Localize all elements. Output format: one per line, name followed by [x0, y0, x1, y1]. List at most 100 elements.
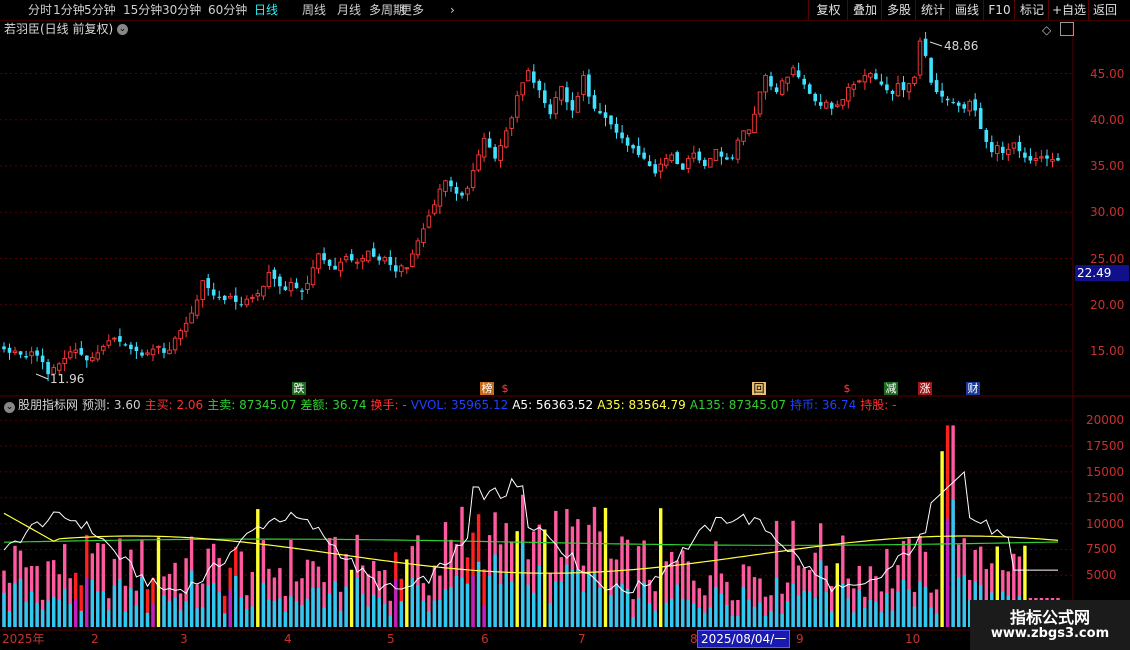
volume-bar: [730, 600, 735, 627]
diamond-icon[interactable]: ◇: [1042, 23, 1051, 37]
volume-bar: [96, 543, 100, 627]
toolbar-button-4[interactable]: 画线: [949, 0, 984, 20]
volume-bar: [123, 585, 128, 627]
period-tab-10[interactable]: 更多: [400, 0, 424, 20]
toolbar-button-8[interactable]: 返回: [1088, 0, 1121, 20]
candle: [67, 346, 73, 360]
period-tab-5[interactable]: 60分钟: [208, 0, 247, 20]
toolbar-button-7[interactable]: +自选: [1048, 0, 1089, 20]
indicator-field-label: 预测:: [82, 398, 111, 412]
volume-bar: [2, 570, 6, 627]
candle: [134, 342, 139, 359]
event-badge-2[interactable]: $: [498, 382, 512, 395]
volume-bar: [526, 559, 530, 627]
candle: [211, 282, 216, 300]
toolbar-button-6[interactable]: 标记: [1014, 0, 1049, 20]
volume-bar: [140, 539, 144, 627]
event-badge-1[interactable]: 榜: [480, 382, 494, 395]
toolbar-button-3[interactable]: 统计: [915, 0, 950, 20]
volume-bar: [107, 598, 111, 627]
volume-bar: [173, 562, 177, 627]
candle: [940, 82, 944, 103]
period-tab-3[interactable]: 15分钟: [123, 0, 162, 20]
volume-tick-5: 7500: [1086, 542, 1117, 557]
candle: [35, 347, 39, 362]
period-tab-2[interactable]: 5分钟: [84, 0, 116, 20]
indicator-field-label: 持股:: [860, 398, 889, 412]
volume-bar: [614, 559, 619, 627]
volume-bar: [195, 584, 199, 627]
candle: [813, 92, 817, 106]
volume-bar: [498, 544, 503, 627]
candle: [244, 295, 250, 308]
event-badge-5[interactable]: 减: [884, 382, 898, 395]
event-badge-4[interactable]: $: [840, 382, 854, 395]
volume-bar: [692, 580, 696, 627]
x-axis-label-8: 9: [796, 632, 804, 646]
candle: [1011, 142, 1017, 154]
volume-bar: [372, 561, 376, 627]
candle: [79, 341, 84, 356]
candle: [752, 106, 757, 134]
panel-settings-icon[interactable]: [1060, 22, 1074, 36]
volume-bar: [532, 531, 536, 627]
candle: [162, 342, 166, 359]
event-badge-7[interactable]: 财: [966, 382, 980, 395]
volume-bar: [940, 451, 944, 627]
volume-bar: [410, 546, 414, 627]
toolbar-button-2[interactable]: 多股: [881, 0, 916, 20]
candle: [322, 247, 326, 265]
toolbar-button-0[interactable]: 复权: [808, 0, 848, 20]
candle: [912, 75, 917, 87]
period-tab-4[interactable]: 30分钟: [162, 0, 201, 20]
candle: [12, 346, 18, 356]
indicator-collapse-icon[interactable]: ⌄: [4, 402, 15, 413]
candle: [399, 263, 404, 277]
event-badge-3[interactable]: 回: [752, 382, 766, 395]
candle: [503, 127, 509, 149]
toolbar-button-1[interactable]: 叠加: [847, 0, 882, 20]
candle: [548, 99, 553, 119]
volume-bar: [537, 524, 541, 627]
indicator-field-3: 差额: 36.74: [300, 398, 366, 412]
period-tab-7[interactable]: 周线: [302, 0, 326, 20]
candle: [625, 134, 630, 152]
period-tab-8[interactable]: 月线: [337, 0, 361, 20]
candle: [840, 98, 846, 110]
indicator-field-value: 87345.07: [235, 398, 297, 412]
candle: [288, 277, 294, 297]
event-badge-0[interactable]: 跌: [292, 382, 306, 395]
volume-bar: [868, 566, 873, 627]
period-tab-0[interactable]: 分时: [28, 0, 52, 20]
volume-bar: [625, 539, 630, 627]
more-chevron-icon[interactable]: ›: [450, 0, 455, 20]
toolbar-button-5[interactable]: F10: [983, 0, 1015, 20]
candle: [885, 76, 889, 94]
candle: [929, 57, 933, 86]
volume-bar: [101, 543, 105, 627]
candle: [487, 131, 492, 148]
candle: [681, 162, 685, 170]
period-tab-6[interactable]: 日线: [254, 0, 278, 20]
candle: [807, 82, 812, 95]
volume-bar: [471, 532, 475, 627]
stock-chart[interactable]: [0, 0, 1130, 650]
volume-bar: [515, 531, 519, 627]
collapse-icon[interactable]: ⌄: [117, 24, 129, 35]
period-tab-1[interactable]: 1分钟: [53, 0, 85, 20]
low-price-label: 11.96: [50, 372, 85, 386]
candle: [327, 259, 332, 270]
volume-bar: [769, 595, 773, 627]
volume-bar: [714, 541, 718, 627]
candle: [1045, 149, 1049, 167]
volume-bar: [763, 596, 768, 627]
event-badge-6[interactable]: 涨: [918, 382, 932, 395]
volume-bar: [791, 520, 795, 627]
candle: [305, 275, 310, 294]
volume-bar: [752, 577, 757, 627]
volume-bar: [493, 512, 497, 627]
volume-tick-2: 15000: [1086, 464, 1125, 479]
candle: [735, 137, 741, 164]
volume-bar: [548, 573, 552, 627]
candle: [239, 296, 244, 308]
